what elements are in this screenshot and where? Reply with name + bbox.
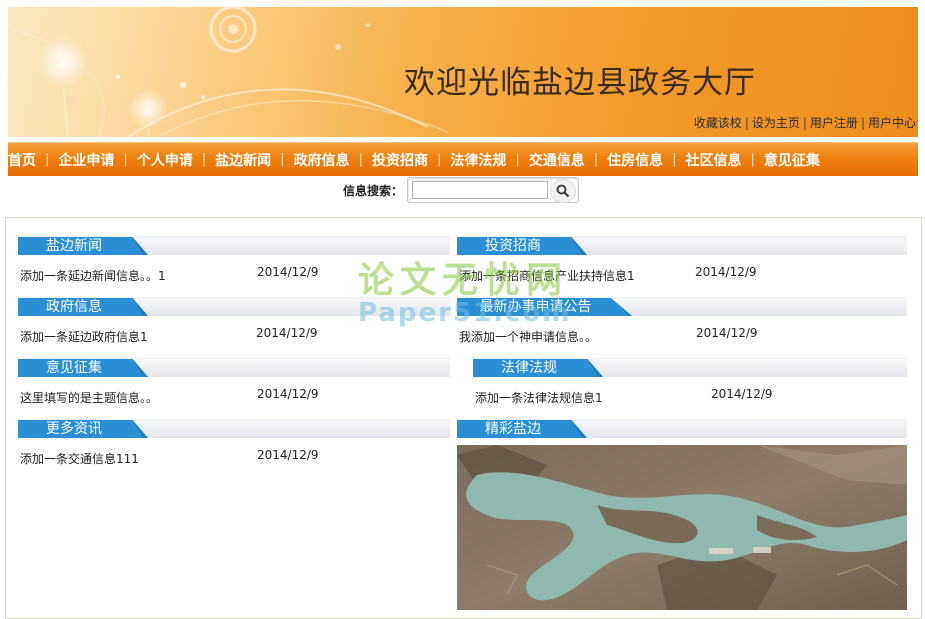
nav-separator: | [123,152,128,167]
nav-separator: | [593,152,599,167]
list-item[interactable]: 添加一条法律法规信息1 2014/12/9 [473,385,907,407]
search-input[interactable] [412,181,549,199]
link-separator: | [744,116,749,130]
section-header: 更多资讯 [18,419,450,438]
section-header: 意见征集 [18,358,450,377]
item-title[interactable]: 添加一条法律法规信息1 [475,389,603,406]
nav-traffic[interactable]: 交通信息 [529,150,585,170]
section-header: 法律法规 [473,358,907,377]
nav-separator: | [45,152,50,167]
nav-home[interactable]: 首页 [8,150,36,170]
link-separator: | [860,116,865,130]
nav-housing[interactable]: 住房信息 [607,150,663,170]
search-icon [556,184,570,198]
section-opinions: 意见征集 这里填写的是主题信息。。 2014/12/9 [18,358,450,407]
item-date: 2014/12/9 [256,326,318,340]
scenery-photo[interactable] [457,445,907,610]
item-title[interactable]: 这里填写的是主题信息。。 [20,389,158,406]
main-nav: 首页 | 企业申请 | 个人申请 | 盐边新闻 | 政府信息 | 投资招商 | … [8,142,918,176]
item-date: 2014/12/9 [696,326,758,340]
nav-gov-info[interactable]: 政府信息 [294,150,350,170]
search-label: 信息搜索： [343,183,404,198]
section-title[interactable]: 更多资讯 [18,420,148,438]
list-item[interactable]: 我添加一个神申请信息。。 2014/12/9 [457,324,907,346]
section-title[interactable]: 法律法规 [473,359,603,377]
nav-separator: | [515,152,520,167]
nav-personal-apply[interactable]: 个人申请 [137,150,193,170]
section-header: 最新办事申请公告 [457,297,907,316]
list-item[interactable]: 这里填写的是主题信息。。 2014/12/9 [18,385,450,407]
section-title[interactable]: 最新办事申请公告 [457,298,632,316]
item-title[interactable]: 我添加一个神申请信息。。 [459,328,597,345]
link-bookmark[interactable]: 收藏该校 [694,116,742,130]
item-date: 2014/12/9 [257,448,319,462]
header-banner: 欢迎光临盐边县政务大厅 收藏该校 | 设为主页 | 用户注册 | 用户中心 [8,7,918,137]
section-title[interactable]: 盐边新闻 [18,237,148,255]
search-box [407,177,580,203]
link-register[interactable]: 用户注册 [810,116,858,130]
top-links: 收藏该校 | 设为主页 | 用户注册 | 用户中心 [694,114,916,131]
section-law: 法律法规 添加一条法律法规信息1 2014/12/9 [473,358,907,407]
nav-separator: | [750,152,755,167]
section-title[interactable]: 意见征集 [18,359,148,377]
link-separator: | [802,116,807,130]
site-title: 欢迎光临盐边县政务大厅 [404,65,756,101]
search-button[interactable] [550,179,577,203]
nav-investment[interactable]: 投资招商 [372,150,428,170]
search-bar: 信息搜索： [343,176,580,204]
section-latest-apply: 最新办事申请公告 我添加一个神申请信息。。 2014/12/9 [457,297,907,346]
list-item[interactable]: 添加一条延边政府信息1 2014/12/9 [18,324,450,346]
section-more-news: 更多资讯 添加一条交通信息111 2014/12/9 [18,419,450,468]
section-scenery: 精彩盐边 [457,419,907,438]
item-date: 2014/12/9 [695,265,757,279]
nav-community[interactable]: 社区信息 [686,150,742,170]
nav-separator: | [280,152,285,167]
item-date: 2014/12/9 [711,387,773,401]
item-title[interactable]: 添加一条招商信息产业扶持信息1 [459,267,635,284]
nav-separator: | [201,152,207,167]
section-title[interactable]: 投资招商 [457,237,587,255]
section-header: 精彩盐边 [457,419,907,438]
lake-aerial-image [457,445,907,610]
section-title[interactable]: 政府信息 [18,298,148,316]
section-investment: 投资招商 添加一条招商信息产业扶持信息1 2014/12/9 [457,236,907,285]
section-header: 盐边新闻 [18,236,450,255]
nav-separator: | [672,152,677,167]
section-title[interactable]: 精彩盐边 [457,420,587,438]
list-item[interactable]: 添加一条延边新闻信息。。1 2014/12/9 [18,263,450,285]
nav-law[interactable]: 法律法规 [450,150,506,170]
section-header: 投资招商 [457,236,907,255]
link-user-center[interactable]: 用户中心 [868,116,916,130]
item-date: 2014/12/9 [257,387,319,401]
nav-opinions[interactable]: 意见征集 [764,150,820,170]
item-date: 2014/12/9 [257,265,319,279]
list-item[interactable]: 添加一条招商信息产业扶持信息1 2014/12/9 [457,263,907,285]
item-title[interactable]: 添加一条延边政府信息1 [20,328,148,345]
section-yanbian-news: 盐边新闻 添加一条延边新闻信息。。1 2014/12/9 [18,236,450,285]
nav-yanbian-news[interactable]: 盐边新闻 [215,150,271,170]
section-header: 政府信息 [18,297,450,316]
nav-separator: | [436,152,442,167]
nav-separator: | [358,152,363,167]
section-gov-info: 政府信息 添加一条延边政府信息1 2014/12/9 [18,297,450,346]
item-title[interactable]: 添加一条交通信息111 [20,450,139,467]
link-set-homepage[interactable]: 设为主页 [752,116,800,130]
list-item[interactable]: 添加一条交通信息111 2014/12/9 [18,446,450,468]
item-title[interactable]: 添加一条延边新闻信息。。1 [20,267,166,284]
nav-enterprise-apply[interactable]: 企业申请 [58,150,114,170]
